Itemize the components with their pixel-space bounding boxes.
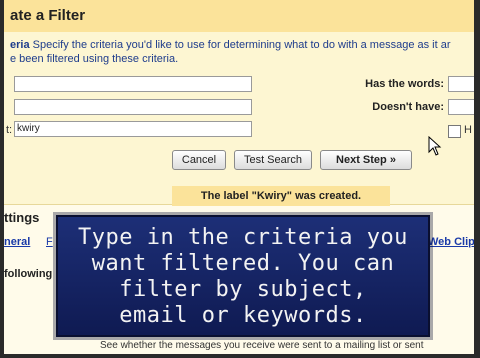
has-attachment-checkbox[interactable] (448, 125, 461, 138)
has-attachment-label: H (464, 124, 472, 136)
settings-heading: ttings (4, 210, 40, 225)
to-input[interactable] (14, 99, 252, 115)
caption-line: filter by subject, (119, 277, 367, 302)
criteria-label: eria (10, 39, 30, 51)
status-notice: The label "Kwiry" was created. (172, 186, 390, 206)
tab-filters[interactable]: F (46, 236, 53, 248)
tutorial-caption: Type in the criteria you want filtered. … (56, 215, 430, 337)
caption-line: want filtered. You can (91, 251, 395, 276)
screen-bezel-left (0, 0, 4, 358)
caption-line: email or keywords. (119, 303, 367, 328)
caption-line: Type in the criteria you (78, 225, 408, 250)
screen: ate a Filter eria Specify the criteria y… (0, 0, 480, 358)
test-search-button[interactable]: Test Search (234, 150, 312, 170)
cancel-button[interactable]: Cancel (172, 150, 226, 170)
mailing-list-hint: See whether the messages you receive wer… (100, 340, 424, 351)
subject-label: t: (6, 124, 13, 136)
criteria-description: eria Specify the criteria you'd like to … (10, 38, 470, 66)
caption-text: Type in the criteria you want filtered. … (58, 225, 428, 329)
following-text: following (4, 268, 53, 280)
next-step-button[interactable]: Next Step » (320, 150, 412, 170)
screen-bezel-right (474, 0, 480, 358)
tab-web-clips[interactable]: Web Clip (428, 236, 475, 248)
screen-bezel-bottom (0, 354, 480, 358)
subject-input[interactable]: kwiry (14, 121, 252, 137)
criteria-text: Specify the criteria you'd like to use f… (32, 39, 451, 51)
has-words-label: Has the words: (365, 78, 444, 90)
mouse-cursor-icon (428, 136, 442, 156)
page-title: ate a Filter (4, 0, 474, 32)
tab-general[interactable]: neral (4, 236, 30, 248)
filter-panel: eria Specify the criteria you'd like to … (4, 32, 478, 205)
criteria-text-2: e been filtered using these criteria. (10, 53, 179, 65)
doesnt-have-label: Doesn't have: (372, 101, 444, 113)
from-input[interactable] (14, 76, 252, 92)
